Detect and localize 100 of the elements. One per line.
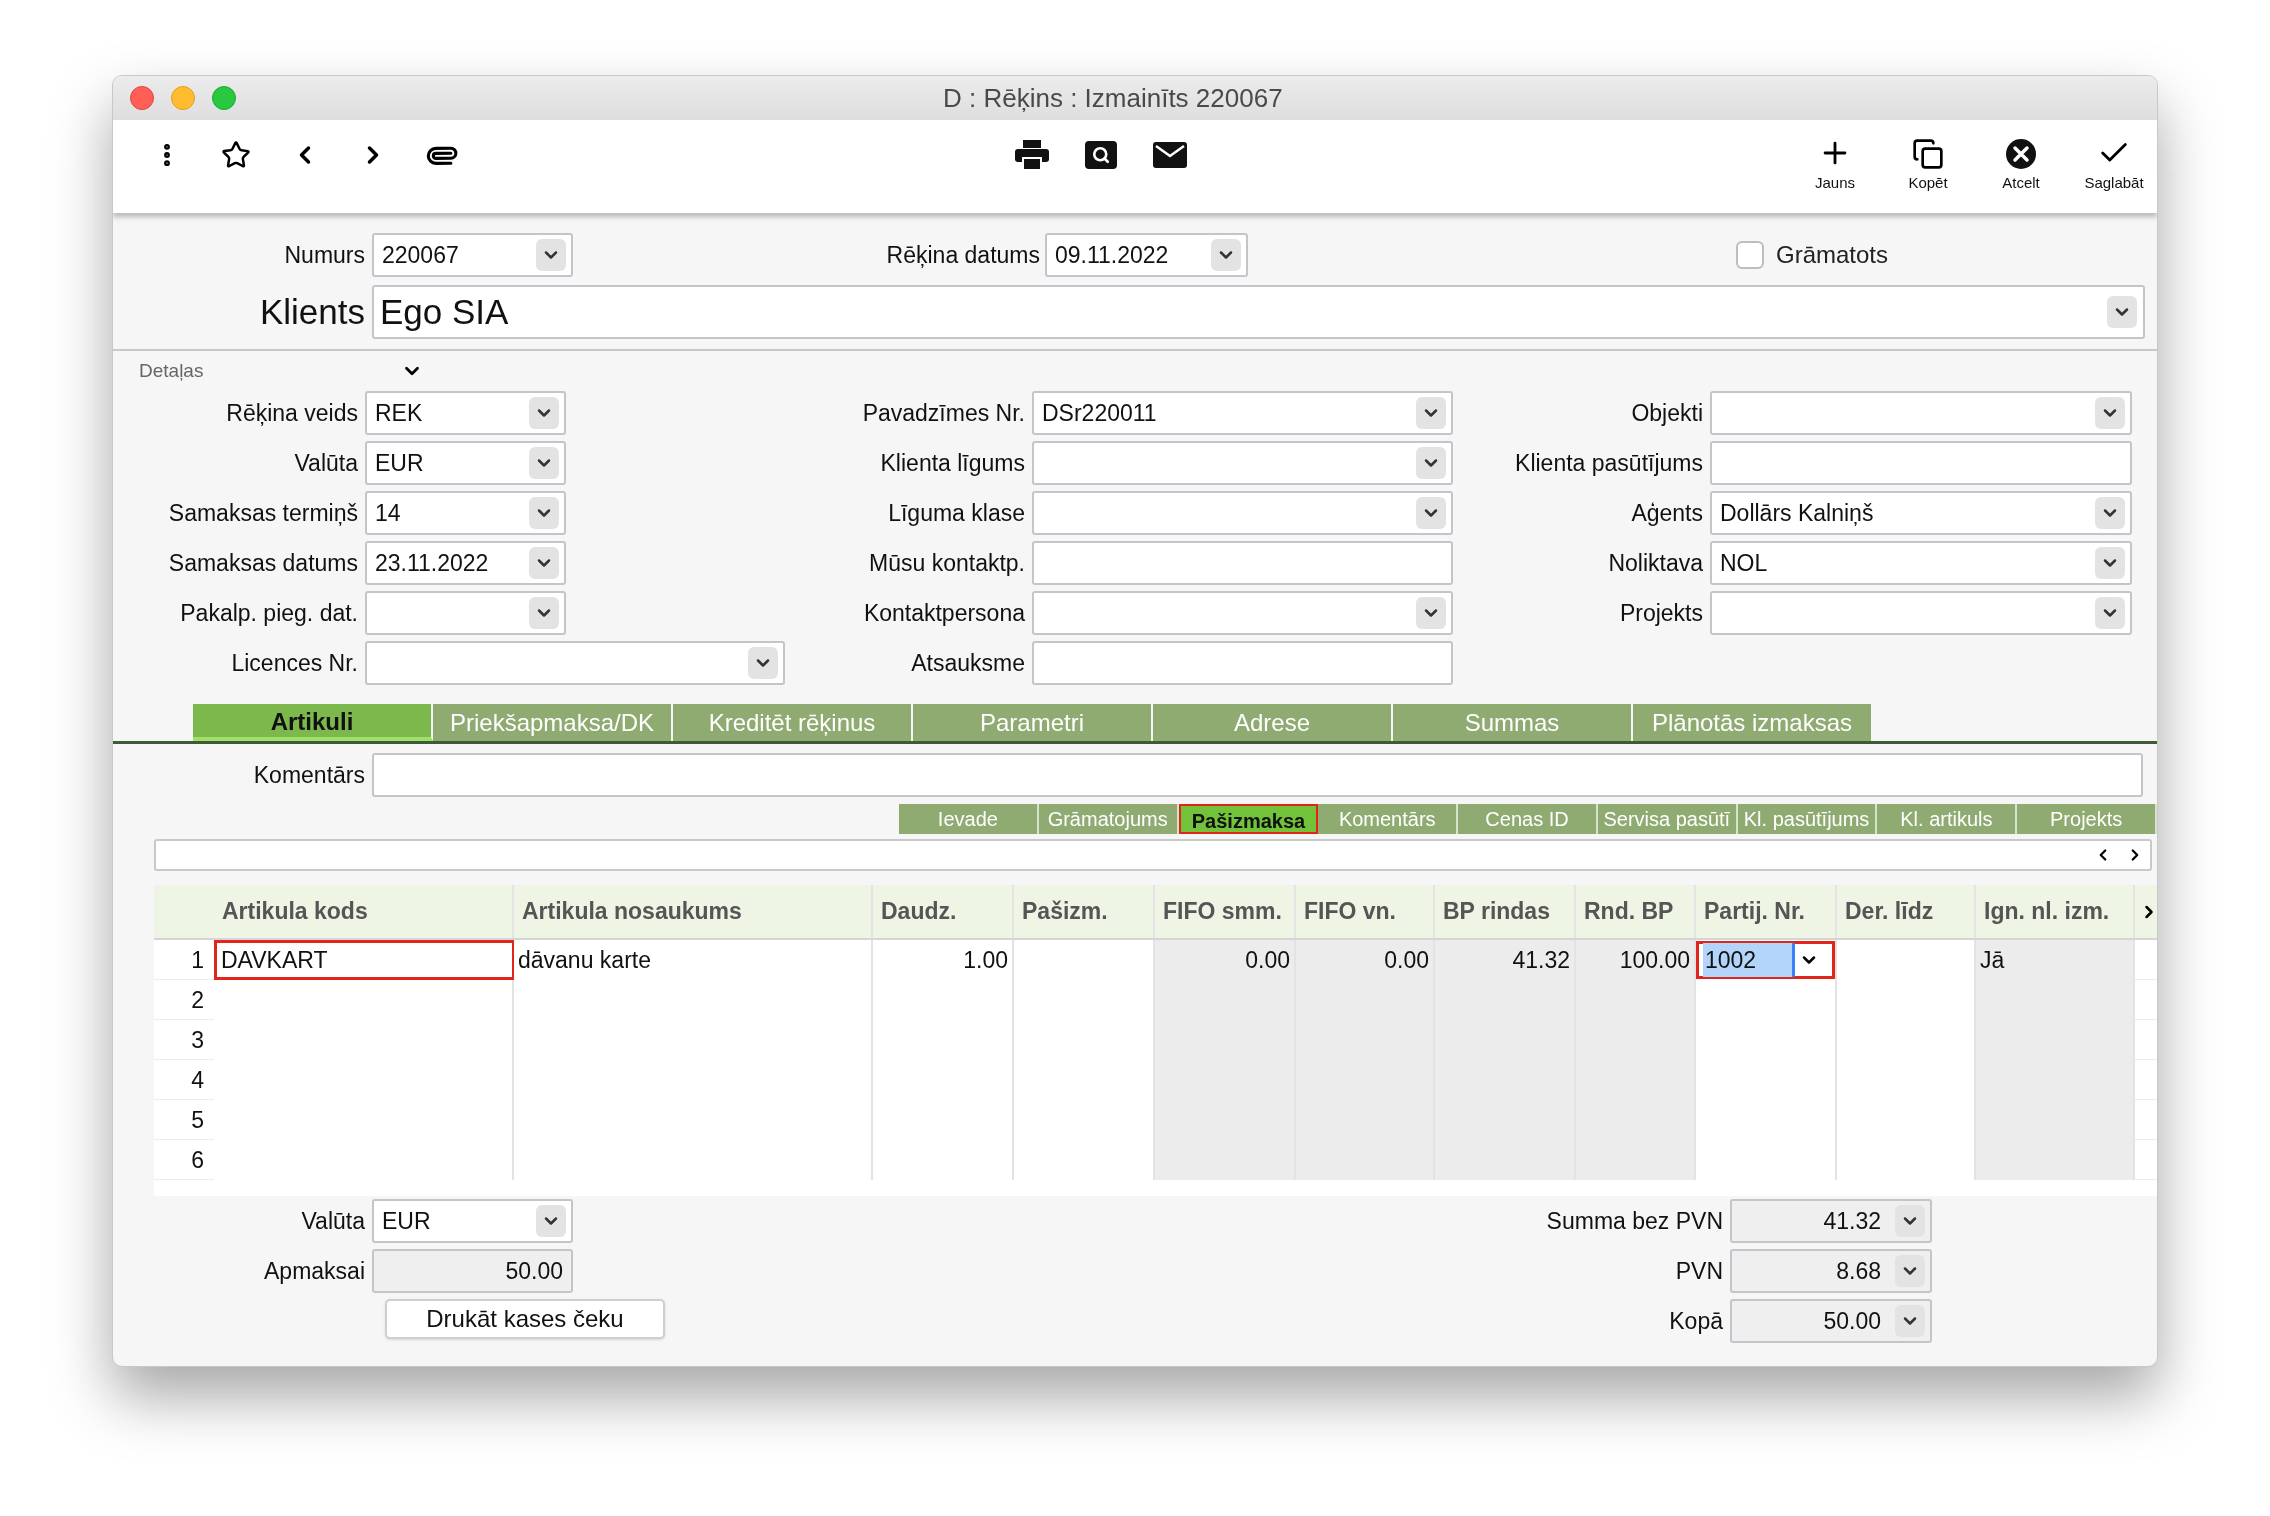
dropdown-button[interactable] <box>529 497 559 529</box>
dropdown-field[interactable]: EUR <box>365 441 566 485</box>
tab[interactable]: Artikuli <box>193 704 433 741</box>
table-cell: 0.00 <box>1155 940 1296 980</box>
total-field[interactable]: 8.68 <box>1730 1249 1932 1293</box>
dropdown-field[interactable] <box>365 641 785 685</box>
dropdown-field[interactable] <box>1032 491 1453 535</box>
field-label: Objekti <box>1630 398 1703 428</box>
field-label: Pakalp. pieg. dat. <box>179 598 358 628</box>
dropdown-button[interactable] <box>1416 447 1446 479</box>
star-icon[interactable] <box>221 140 251 170</box>
close-button[interactable] <box>130 86 154 110</box>
dropdown-field[interactable]: NOL <box>1710 541 2132 585</box>
dropdown-field[interactable] <box>1032 441 1453 485</box>
column-header[interactable]: BP rindas <box>1435 885 1576 938</box>
field-label: Samaksas termiņš <box>167 498 358 528</box>
dropdown-field[interactable]: EUR <box>372 1199 573 1243</box>
search-icon[interactable] <box>1085 141 1118 169</box>
subtab[interactable]: Pašizmaksa <box>1178 804 1319 834</box>
field-label: Noliktava <box>1607 548 1703 578</box>
toolbar-button[interactable]: Jauns <box>1792 132 1878 195</box>
field-label: Licences Nr. <box>230 648 358 678</box>
close-icon <box>2005 138 2037 170</box>
printer-icon[interactable] <box>1015 140 1050 170</box>
dropdown-field[interactable]: 14 <box>365 491 566 535</box>
dropdown-button[interactable] <box>529 447 559 479</box>
dropdown-button[interactable] <box>1895 1255 1925 1287</box>
column-header[interactable]: Ign. nl. izm. <box>1976 885 2135 938</box>
toolbar-button[interactable]: Atcelt <box>1978 132 2064 195</box>
table-cell: 41.32 <box>1435 940 1576 980</box>
dropdown-button[interactable] <box>748 647 778 679</box>
dropdown-button[interactable] <box>2095 397 2125 429</box>
column-header[interactable]: Rnd. BP <box>1576 885 1696 938</box>
field-label: Pavadzīmes Nr. <box>861 398 1025 428</box>
total-field[interactable]: 50.00 <box>1730 1299 1932 1343</box>
dropdown-field[interactable]: 09.11.2022 <box>1045 233 1248 277</box>
field-label: Mūsu kontaktp. <box>868 548 1025 578</box>
field-label: Valūta <box>293 448 358 478</box>
dropdown-field[interactable]: Dollārs Kalniņš <box>1710 491 2132 535</box>
column-header[interactable]: Partij. Nr. <box>1696 885 1837 938</box>
comment-field[interactable] <box>372 753 2143 797</box>
dropdown-field[interactable]: REK <box>365 391 566 435</box>
dropdown-button[interactable] <box>529 547 559 579</box>
dropdown-field[interactable]: 220067 <box>372 233 573 277</box>
table-cell: dāvanu karte <box>514 940 873 980</box>
mail-icon[interactable] <box>1153 142 1188 168</box>
toolbar-button[interactable]: Saglabāt <box>2071 132 2157 195</box>
column-header[interactable]: Pašizm. <box>1014 885 1155 938</box>
dropdown-field[interactable] <box>365 591 566 635</box>
dropdown-button[interactable] <box>2107 296 2137 328</box>
column-header[interactable]: Artikula nosaukums <box>514 885 873 938</box>
input-field[interactable] <box>1032 641 1453 685</box>
field-label: Atsauksme <box>910 648 1025 678</box>
dropdown-button[interactable] <box>1416 597 1446 629</box>
batch-dropdown[interactable]: 1002 <box>1696 941 1835 979</box>
dropdown-button[interactable] <box>2095 597 2125 629</box>
dropdown-button[interactable] <box>1211 239 1241 271</box>
column-header[interactable]: FIFO smm. <box>1155 885 1296 938</box>
dropdown-button[interactable] <box>529 597 559 629</box>
field-label: Kopā <box>1668 1306 1723 1336</box>
field-label: Apmaksai <box>263 1256 365 1286</box>
dropdown-button[interactable] <box>1416 397 1446 429</box>
field-label: Numurs <box>283 240 365 270</box>
field-label: Klients <box>258 290 365 333</box>
row-number: 6 <box>190 1146 205 1175</box>
field-label: Klienta līgums <box>879 448 1025 478</box>
dropdown-button[interactable] <box>2095 497 2125 529</box>
input-field[interactable] <box>1032 541 1453 585</box>
dropdown-field[interactable]: 23.11.2022 <box>365 541 566 585</box>
dropdown-field[interactable] <box>1032 591 1453 635</box>
table-cell: DAVKART <box>214 940 514 980</box>
section-label: Detaļas <box>139 358 205 383</box>
dropdown-button[interactable] <box>2095 547 2125 579</box>
column-header[interactable]: Daudz. <box>873 885 1014 938</box>
column-header[interactable]: Der. līdz <box>1837 885 1976 938</box>
dropdown-button[interactable] <box>1416 497 1446 529</box>
field-label: Valūta <box>300 1206 365 1236</box>
column-header[interactable]: Artikula kods <box>214 885 514 938</box>
dropdown-field[interactable]: DSr220011 <box>1032 391 1453 435</box>
print-receipt-button[interactable]: Drukāt kases čeku <box>385 1299 665 1339</box>
dropdown-button[interactable] <box>536 1205 566 1237</box>
dropdown-button[interactable] <box>529 397 559 429</box>
client-field[interactable]: Ego SIA <box>372 285 2145 339</box>
field-label: PVN <box>1674 1256 1723 1286</box>
field-label: Projekts <box>1618 598 1703 628</box>
toolbar-button[interactable]: Kopēt <box>1885 132 1971 195</box>
field-label: Klienta pasūtījums <box>1514 448 1703 478</box>
row-number: 3 <box>190 1026 205 1055</box>
total-field[interactable]: 41.32 <box>1730 1199 1932 1243</box>
table-cell: Jā <box>1976 940 2135 980</box>
dropdown-button[interactable] <box>536 239 566 271</box>
dropdown-field[interactable] <box>1710 391 2132 435</box>
dropdown-button[interactable] <box>1895 1205 1925 1237</box>
dropdown-button[interactable] <box>1895 1305 1925 1337</box>
dropdown-field[interactable] <box>1710 591 2132 635</box>
copy-icon <box>1912 138 1944 170</box>
input-field[interactable] <box>1710 441 2132 485</box>
row-number: 5 <box>190 1106 205 1135</box>
column-header[interactable]: FIFO vn. <box>1296 885 1435 938</box>
checkbox[interactable] <box>1736 241 1764 269</box>
